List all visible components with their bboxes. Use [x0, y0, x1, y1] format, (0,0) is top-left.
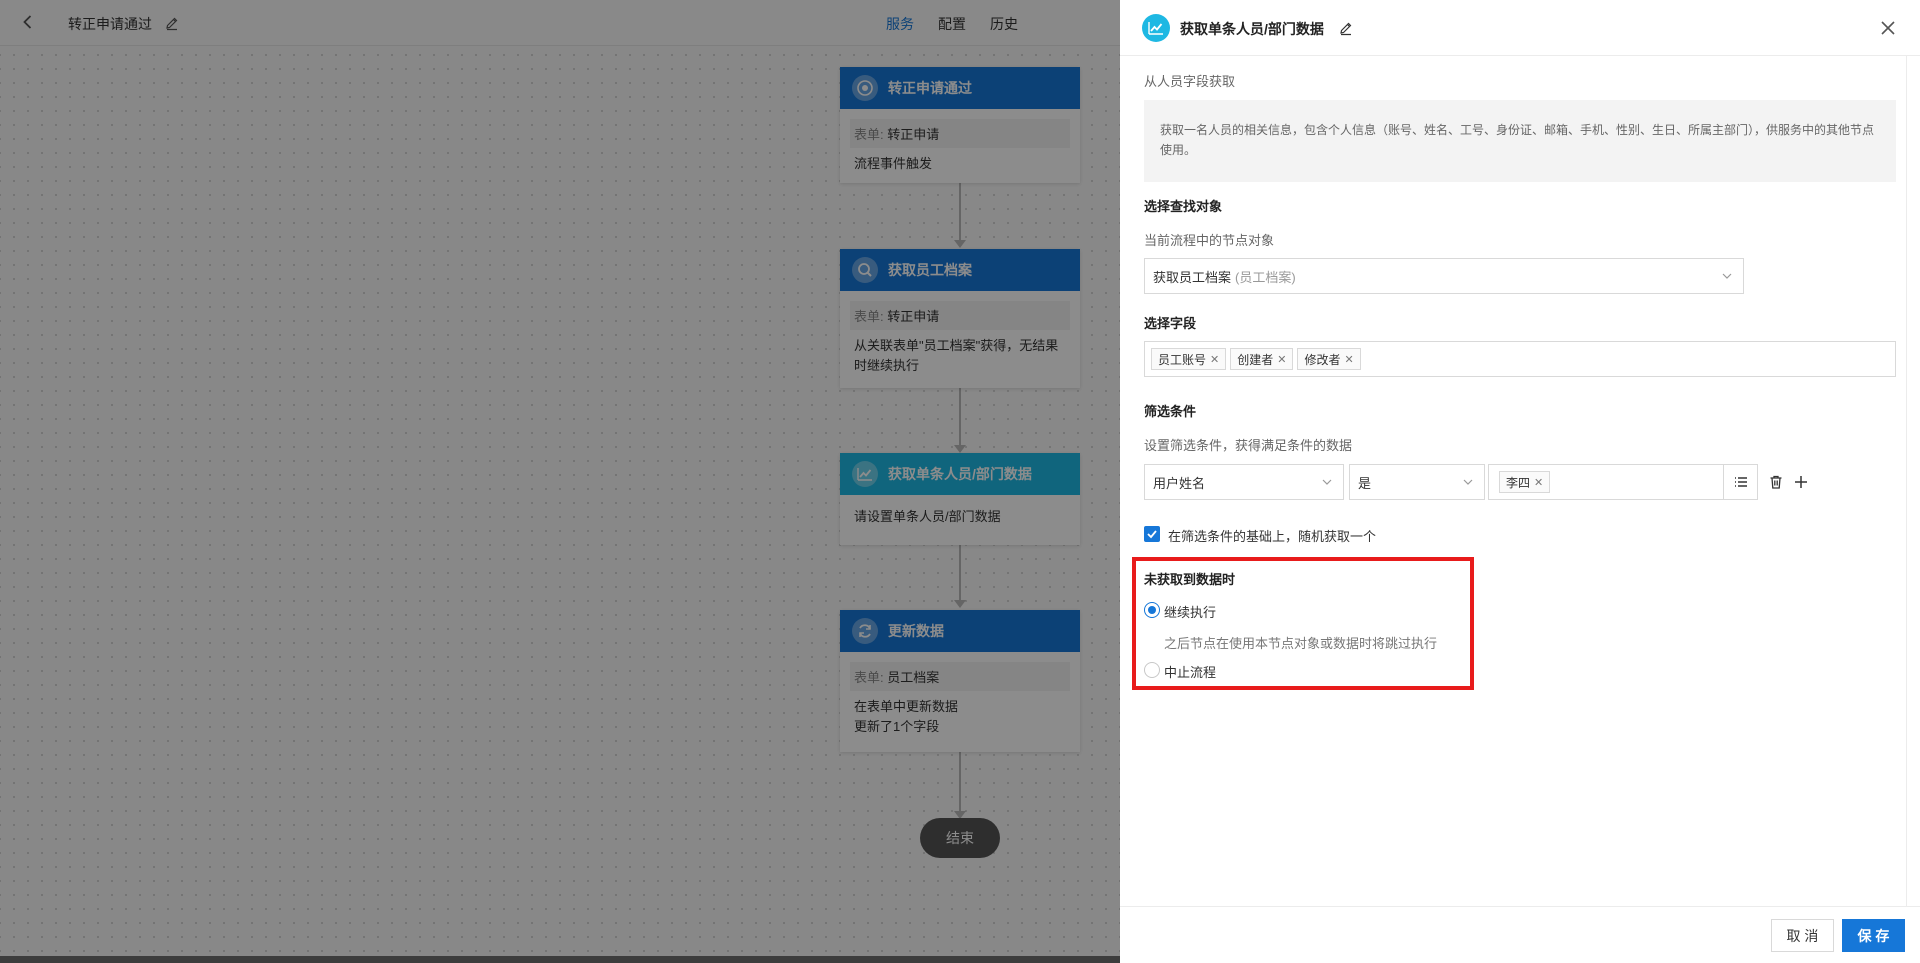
abort-radio[interactable]	[1144, 662, 1160, 678]
list-icon[interactable]	[1723, 465, 1757, 499]
source-label: 从人员字段获取	[1144, 74, 1236, 89]
filter-value-input[interactable]: 李四 ✕	[1488, 464, 1758, 500]
drawer-header: 获取单条人员/部门数据	[1120, 0, 1920, 56]
lookup-sub: 当前流程中的节点对象	[1144, 233, 1275, 248]
lookup-title: 选择查找对象	[1144, 199, 1223, 214]
fields-title: 选择字段	[1144, 316, 1197, 331]
lookup-select[interactable]: 获取员工档案 (员工档案)	[1144, 258, 1744, 294]
close-icon[interactable]	[1878, 18, 1898, 38]
chevron-down-icon	[1321, 476, 1333, 488]
chart-icon	[1142, 14, 1170, 42]
remove-tag-icon[interactable]: ✕	[1344, 353, 1353, 366]
chevron-down-icon	[1462, 476, 1474, 488]
remove-tag-icon[interactable]: ✕	[1210, 353, 1219, 366]
no-data-title: 未获取到数据时	[1144, 572, 1236, 587]
field-tag-label: 员工账号	[1158, 352, 1207, 367]
filter-value-label: 李四	[1506, 475, 1531, 490]
lookup-selected: 获取员工档案	[1153, 269, 1232, 285]
drawer-footer: 取 消 保 存	[1120, 906, 1920, 963]
continue-radio[interactable]	[1144, 602, 1160, 618]
lookup-selected-hint: (员工档案)	[1235, 269, 1296, 285]
remove-tag-icon[interactable]: ✕	[1534, 476, 1543, 489]
random-pick-checkbox[interactable]	[1144, 526, 1160, 542]
filter-operator-value: 是	[1358, 475, 1372, 491]
bottom-scrollbar[interactable]	[0, 956, 1120, 963]
filter-field-select[interactable]: 用户姓名	[1144, 464, 1344, 500]
filter-sub: 设置筛选条件，获得满足条件的数据	[1144, 438, 1353, 453]
field-tag: 创建者 ✕	[1230, 348, 1294, 370]
drawer-title: 获取单条人员/部门数据	[1180, 21, 1324, 37]
continue-hint: 之后节点在使用本节点对象或数据时将跳过执行	[1164, 636, 1438, 651]
abort-label[interactable]: 中止流程	[1164, 662, 1216, 681]
chevron-down-icon	[1721, 270, 1733, 282]
field-tag-label: 修改者	[1304, 352, 1341, 367]
cancel-button[interactable]: 取 消	[1771, 919, 1834, 952]
filter-field-value: 用户姓名	[1153, 475, 1206, 491]
filter-operator-select[interactable]: 是	[1349, 464, 1485, 500]
edit-icon[interactable]	[1338, 20, 1354, 36]
field-tag: 员工账号 ✕	[1151, 348, 1227, 370]
filter-value-tag: 李四 ✕	[1499, 471, 1551, 493]
fields-multiselect[interactable]: 员工账号 ✕ 创建者 ✕ 修改者 ✕	[1144, 341, 1896, 377]
remove-tag-icon[interactable]: ✕	[1277, 353, 1286, 366]
save-button[interactable]: 保 存	[1842, 919, 1905, 952]
field-tag: 修改者 ✕	[1297, 348, 1361, 370]
continue-label[interactable]: 继续执行	[1164, 602, 1216, 621]
filter-title: 筛选条件	[1144, 404, 1197, 419]
node-config-drawer: 获取单条人员/部门数据 从人员字段获取 获取一名人员的相关信息，包含个人信息（账…	[1120, 0, 1920, 963]
random-pick-label: 在筛选条件的基础上，随机获取一个	[1168, 529, 1377, 544]
field-tag-label: 创建者	[1237, 352, 1274, 367]
modal-overlay[interactable]	[0, 0, 1120, 963]
delete-icon[interactable]	[1766, 472, 1786, 492]
add-icon[interactable]	[1791, 472, 1811, 492]
drawer-scroll-track	[1906, 56, 1907, 906]
description-box: 获取一名人员的相关信息，包含个人信息（账号、姓名、工号、身份证、邮箱、手机、性别…	[1144, 100, 1896, 182]
